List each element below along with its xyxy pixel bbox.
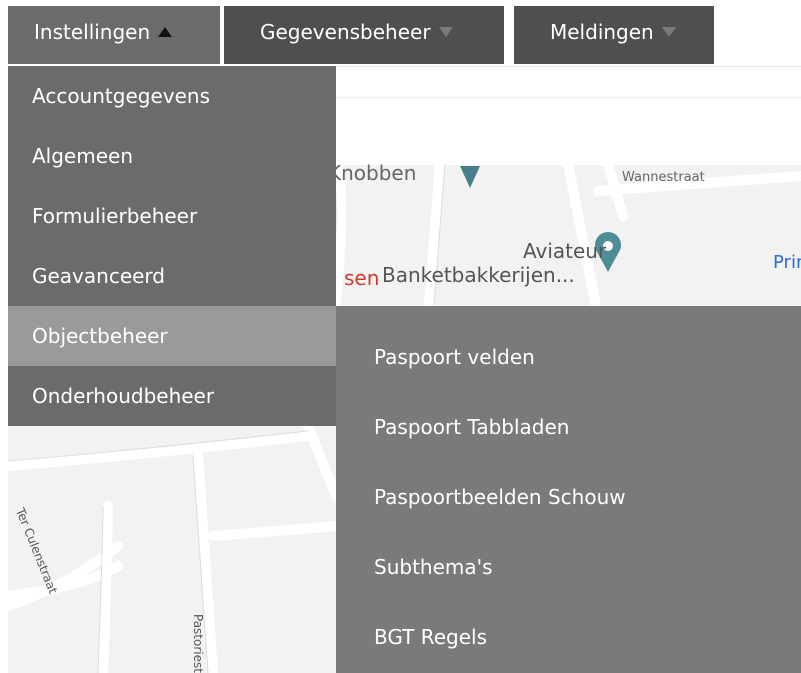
submenu-item-paspoort-velden[interactable]: Paspoort velden	[336, 322, 801, 392]
road	[8, 431, 313, 471]
map-marker-icon	[460, 166, 480, 188]
submenu-item-paspoortbeelden-schouw[interactable]: Paspoortbeelden Schouw	[336, 462, 801, 532]
caret-up-icon	[158, 26, 173, 37]
menu-item-onderhoudbeheer[interactable]: Onderhoudbeheer	[8, 366, 336, 426]
menu-item-geavanceerd[interactable]: Geavanceerd	[8, 246, 336, 306]
road	[423, 159, 445, 321]
menu-item-formulierbeheer[interactable]: Formulierbeheer	[8, 186, 336, 246]
road	[303, 421, 341, 501]
map-label: sen	[344, 266, 380, 290]
nav-gegevensbeheer-button[interactable]: Gegevensbeheer	[224, 6, 504, 64]
nav-meldingen-button[interactable]: Meldingen	[514, 6, 714, 64]
map-label: Wannestraat	[622, 170, 705, 185]
road	[208, 521, 343, 541]
caret-down-icon	[661, 26, 676, 37]
menu-item-objectbeheer[interactable]: Objectbeheer	[8, 306, 336, 366]
road	[98, 501, 113, 673]
map-street-label: Pastoriestraat	[191, 614, 205, 673]
top-navigation: Instellingen Gegevensbeheer Meldingen	[0, 0, 801, 66]
submenu-item-paspoort-tabbladen[interactable]: Paspoort Tabbladen	[336, 392, 801, 462]
caret-down-icon	[438, 26, 453, 37]
submenu-item-bgt-regels[interactable]: BGT Regels	[336, 602, 801, 672]
nav-instellingen-button[interactable]: Instellingen	[8, 6, 220, 64]
map-label: Printh	[773, 252, 801, 273]
map-label: Knobben	[328, 161, 417, 185]
map-label: Aviateur	[523, 239, 607, 263]
nav-instellingen-label: Instellingen	[34, 20, 151, 44]
instellingen-dropdown: Accountgegevens Algemeen Formulierbeheer…	[8, 66, 336, 426]
submenu-item-subthemas[interactable]: Subthema's	[336, 532, 801, 602]
map-label: Banketbakkerijen...	[382, 263, 575, 287]
objectbeheer-submenu: Paspoort velden Paspoort Tabbladen Paspo…	[336, 306, 801, 673]
nav-gegevensbeheer-label: Gegevensbeheer	[260, 20, 431, 44]
menu-item-algemeen[interactable]: Algemeen	[8, 126, 336, 186]
nav-meldingen-label: Meldingen	[550, 20, 654, 44]
menu-item-accountgegevens[interactable]: Accountgegevens	[8, 66, 336, 126]
